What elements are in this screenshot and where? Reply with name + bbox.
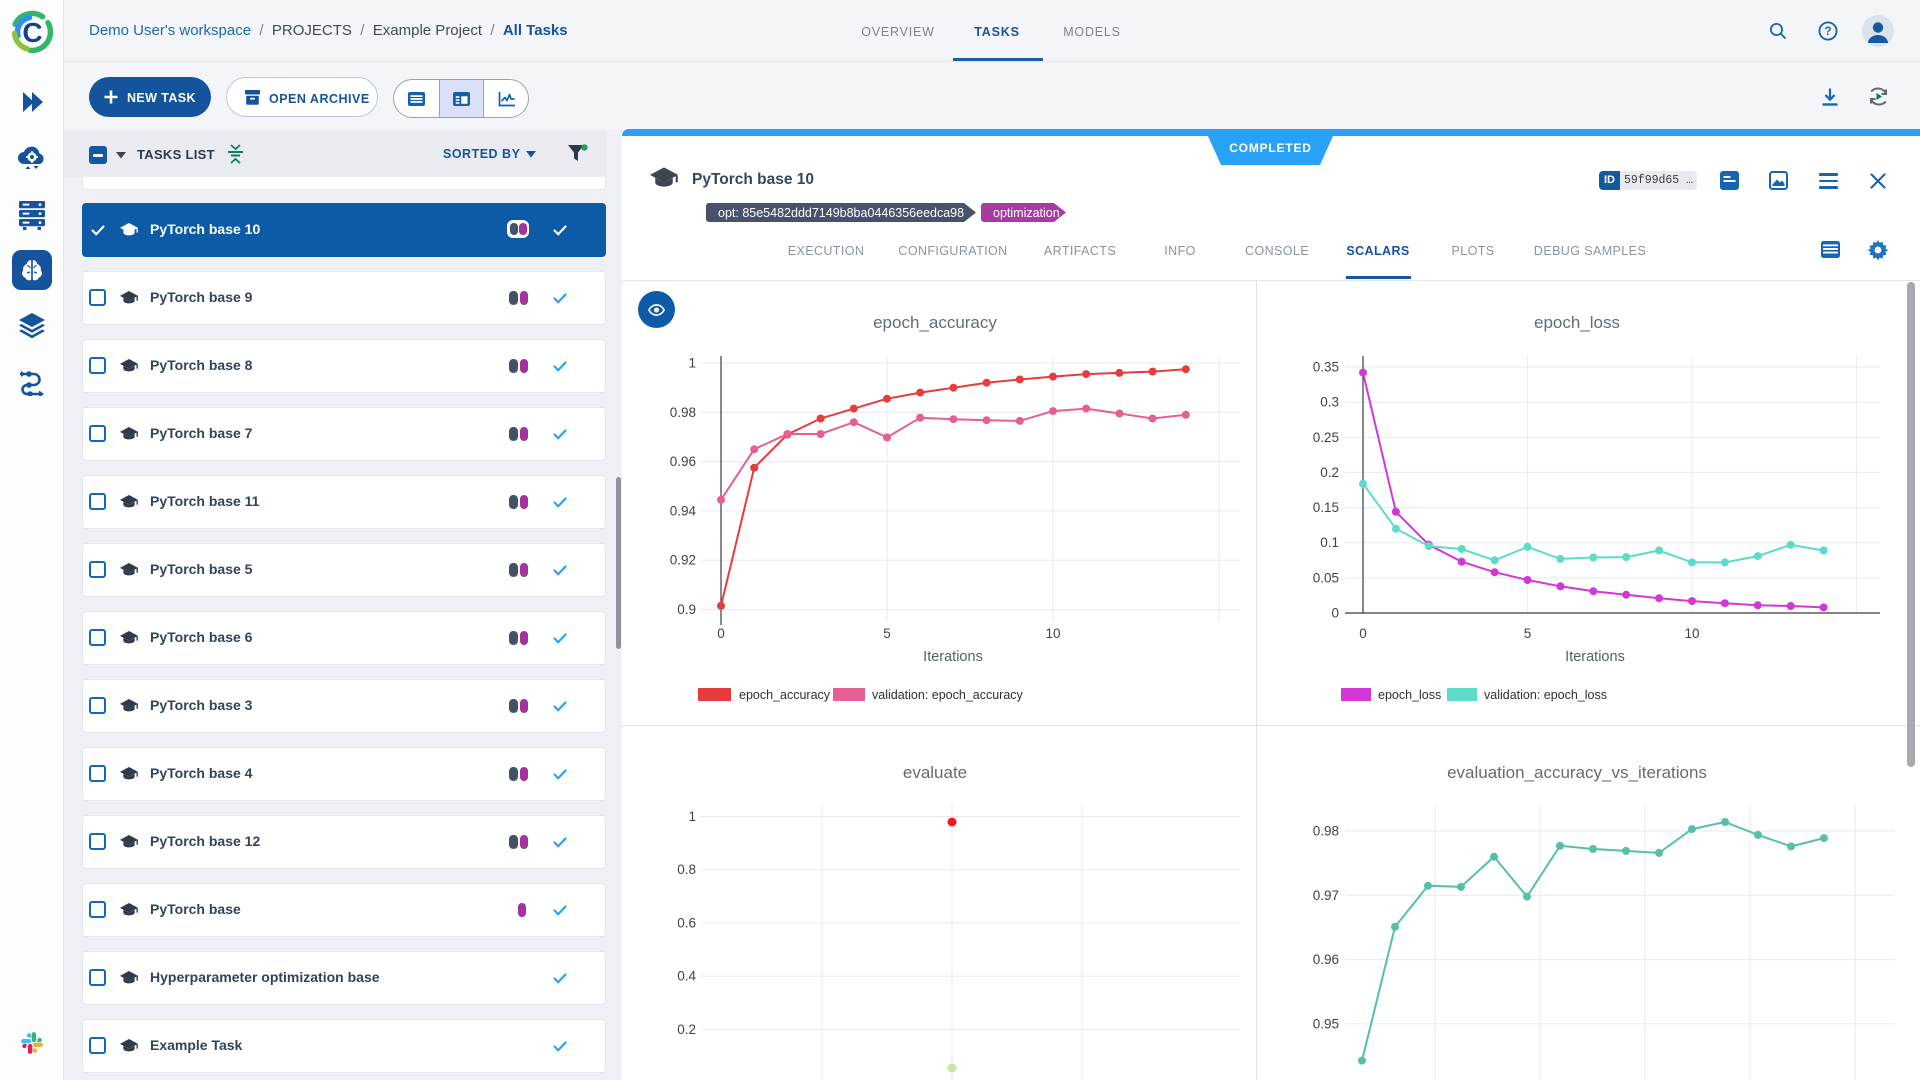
svg-text:1: 1 (688, 356, 696, 371)
svg-text:evaluate: evaluate (903, 763, 967, 782)
svg-text:5: 5 (883, 626, 891, 641)
svg-text:0.96: 0.96 (670, 454, 696, 469)
svg-text:epoch_loss: epoch_loss (1378, 688, 1441, 702)
svg-text:0.2: 0.2 (1320, 465, 1339, 480)
svg-text:0.95: 0.95 (1313, 1016, 1339, 1031)
svg-text:0.98: 0.98 (670, 405, 696, 420)
svg-text:Iterations: Iterations (923, 649, 983, 665)
svg-text:0.25: 0.25 (1313, 430, 1339, 445)
svg-text:0.35: 0.35 (1313, 360, 1339, 375)
svg-text:0.1: 0.1 (1320, 535, 1339, 550)
svg-text:0.6: 0.6 (677, 915, 696, 930)
svg-text:1: 1 (688, 809, 696, 824)
svg-text:0.05: 0.05 (1313, 570, 1339, 585)
svg-text:0.4: 0.4 (677, 969, 696, 984)
svg-text:0.96: 0.96 (1313, 952, 1339, 967)
svg-text:0.2: 0.2 (677, 1022, 696, 1037)
svg-text:0: 0 (1331, 606, 1339, 621)
svg-text:0.98: 0.98 (1313, 824, 1339, 839)
svg-text:epoch_accuracy: epoch_accuracy (873, 313, 997, 332)
svg-text:0.3: 0.3 (1320, 395, 1339, 410)
svg-text:0.94: 0.94 (670, 503, 697, 518)
svg-text:10: 10 (1045, 626, 1060, 641)
svg-text:evaluation_accuracy_vs_iterati: evaluation_accuracy_vs_iterations (1447, 763, 1707, 782)
svg-text:0.9: 0.9 (677, 602, 696, 617)
svg-text:C: C (22, 17, 42, 48)
svg-text:Iterations: Iterations (1565, 649, 1625, 665)
svg-text:0.8: 0.8 (677, 862, 696, 877)
svg-text:epoch_accuracy: epoch_accuracy (739, 688, 831, 702)
svg-text:0: 0 (1359, 626, 1367, 641)
svg-text:0.92: 0.92 (670, 553, 696, 568)
svg-text:5: 5 (1524, 626, 1532, 641)
svg-text:validation: epoch_loss: validation: epoch_loss (1484, 688, 1607, 702)
svg-text:validation: epoch_accuracy: validation: epoch_accuracy (872, 688, 1024, 702)
svg-text:epoch_loss: epoch_loss (1534, 313, 1620, 332)
svg-text:?: ? (1824, 26, 1831, 38)
svg-text:0.97: 0.97 (1313, 888, 1339, 903)
svg-text:0.15: 0.15 (1313, 500, 1339, 515)
svg-text:10: 10 (1684, 626, 1699, 641)
svg-text:0: 0 (717, 626, 725, 641)
